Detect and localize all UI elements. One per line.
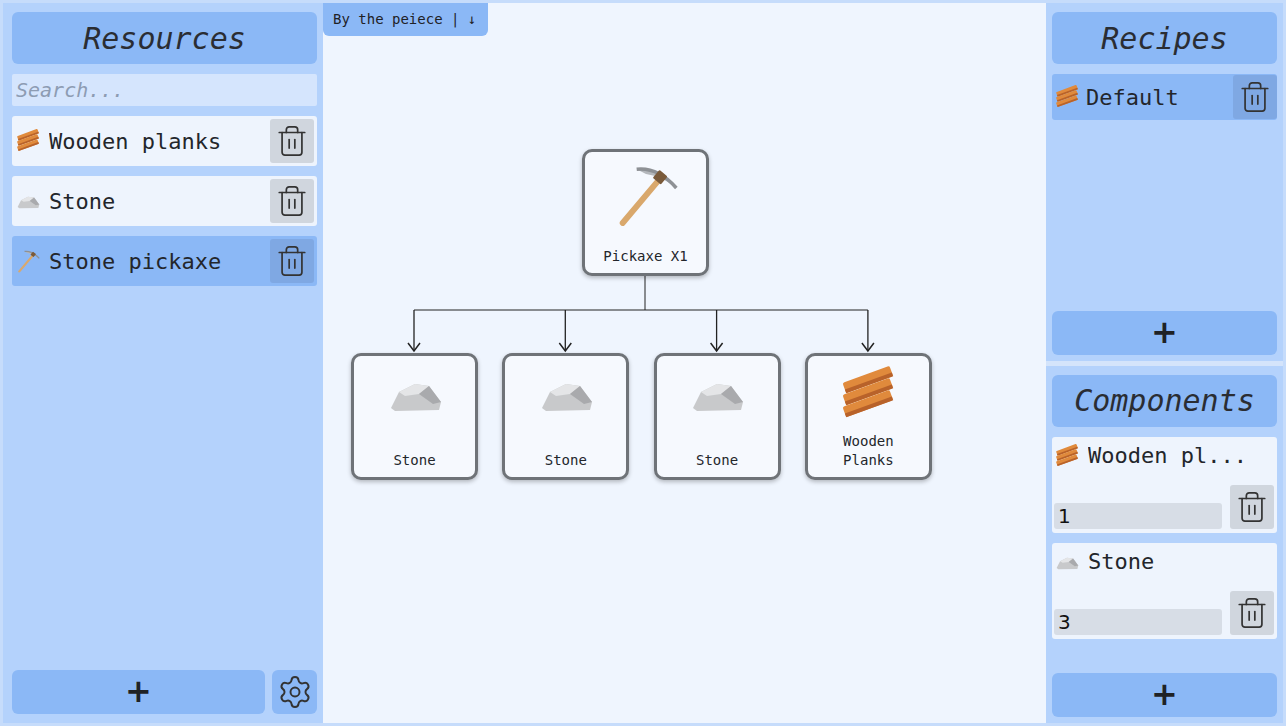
- trash-icon: [1235, 490, 1269, 524]
- recipe-name: Default: [1086, 85, 1227, 110]
- components-section: Components Wooden pl... Stone +: [1046, 366, 1283, 724]
- add-component-button[interactable]: +: [1052, 673, 1277, 717]
- child-node[interactable]: Stone: [351, 353, 478, 480]
- stone-icon: [15, 188, 41, 214]
- root-node[interactable]: Pickaxe X1: [582, 149, 709, 276]
- resource-name: Stone: [49, 189, 262, 214]
- amount-field[interactable]: [1054, 609, 1222, 635]
- planks-icon: [838, 364, 898, 424]
- trash-icon: [275, 244, 309, 278]
- planks-icon: [1054, 84, 1080, 110]
- node-label: Stone: [545, 451, 587, 471]
- resource-list: Wooden planks Stone Stone pickaxe: [12, 116, 317, 660]
- component-card: Wooden pl...: [1052, 437, 1277, 533]
- delete-button[interactable]: [1230, 485, 1274, 529]
- search-field[interactable]: [12, 74, 317, 106]
- trash-icon: [275, 124, 309, 158]
- planks-icon: [15, 128, 41, 154]
- delete-button[interactable]: [1230, 591, 1274, 635]
- component-card: Stone: [1052, 543, 1277, 639]
- delete-button[interactable]: [270, 179, 314, 223]
- side-panel: Recipes Default + Components Wooden pl... Sto…: [1046, 3, 1283, 723]
- resources-title: Resources: [12, 12, 317, 64]
- add-resource-button[interactable]: +: [12, 670, 265, 714]
- trash-icon: [1238, 80, 1272, 114]
- recipe-item[interactable]: Default: [1052, 74, 1277, 120]
- stone-icon: [1054, 549, 1080, 575]
- resource-item[interactable]: Stone pickaxe: [12, 236, 317, 286]
- gear-icon: [277, 674, 313, 710]
- section-divider: [1046, 361, 1283, 366]
- node-label: Stone: [696, 451, 738, 471]
- delete-button[interactable]: [1233, 75, 1277, 119]
- component-name: Wooden pl...: [1088, 443, 1274, 468]
- trash-icon: [1235, 596, 1269, 630]
- child-node[interactable]: Wooden Planks: [805, 353, 932, 480]
- dropdown-label: By the peiece |: [333, 11, 459, 27]
- stone-icon: [385, 364, 445, 424]
- view-dropdown[interactable]: By the peiece | ↓: [323, 3, 488, 36]
- recipes-title: Recipes: [1052, 12, 1277, 64]
- child-node[interactable]: Stone: [502, 353, 629, 480]
- component-name: Stone: [1088, 549, 1274, 574]
- add-recipe-button[interactable]: +: [1052, 311, 1277, 355]
- app-window: Resources Wooden planks Stone Stone pickaxe…: [0, 0, 1286, 726]
- pickaxe-icon: [15, 248, 41, 274]
- delete-button[interactable]: [270, 119, 314, 163]
- settings-button[interactable]: [272, 670, 317, 714]
- resource-name: Wooden planks: [49, 129, 262, 154]
- delete-button[interactable]: [270, 239, 314, 283]
- dropdown-arrow-icon: ↓: [467, 11, 475, 27]
- resources-toolbar: +: [12, 670, 317, 714]
- components-title: Components: [1052, 375, 1277, 427]
- recipe-canvas: Pickaxe X1 Stone Stone Stone Wooden Planks By…: [323, 3, 1046, 723]
- node-label: Wooden Planks: [823, 432, 913, 471]
- resource-name: Stone pickaxe: [49, 249, 262, 274]
- node-label: Stone: [393, 451, 435, 471]
- child-node[interactable]: Stone: [654, 353, 781, 480]
- recipes-section: Recipes Default +: [1046, 3, 1283, 361]
- amount-field[interactable]: [1054, 503, 1222, 529]
- trash-icon: [275, 184, 309, 218]
- node-label: Pickaxe X1: [603, 247, 687, 267]
- resource-item[interactable]: Stone: [12, 176, 317, 226]
- stone-icon: [687, 364, 747, 424]
- resource-item[interactable]: Wooden planks: [12, 116, 317, 166]
- pickaxe-icon: [611, 160, 681, 230]
- stone-icon: [536, 364, 596, 424]
- resources-panel: Resources Wooden planks Stone Stone pickaxe…: [3, 3, 323, 723]
- planks-icon: [1054, 443, 1080, 469]
- recipe-list: Default: [1052, 74, 1277, 301]
